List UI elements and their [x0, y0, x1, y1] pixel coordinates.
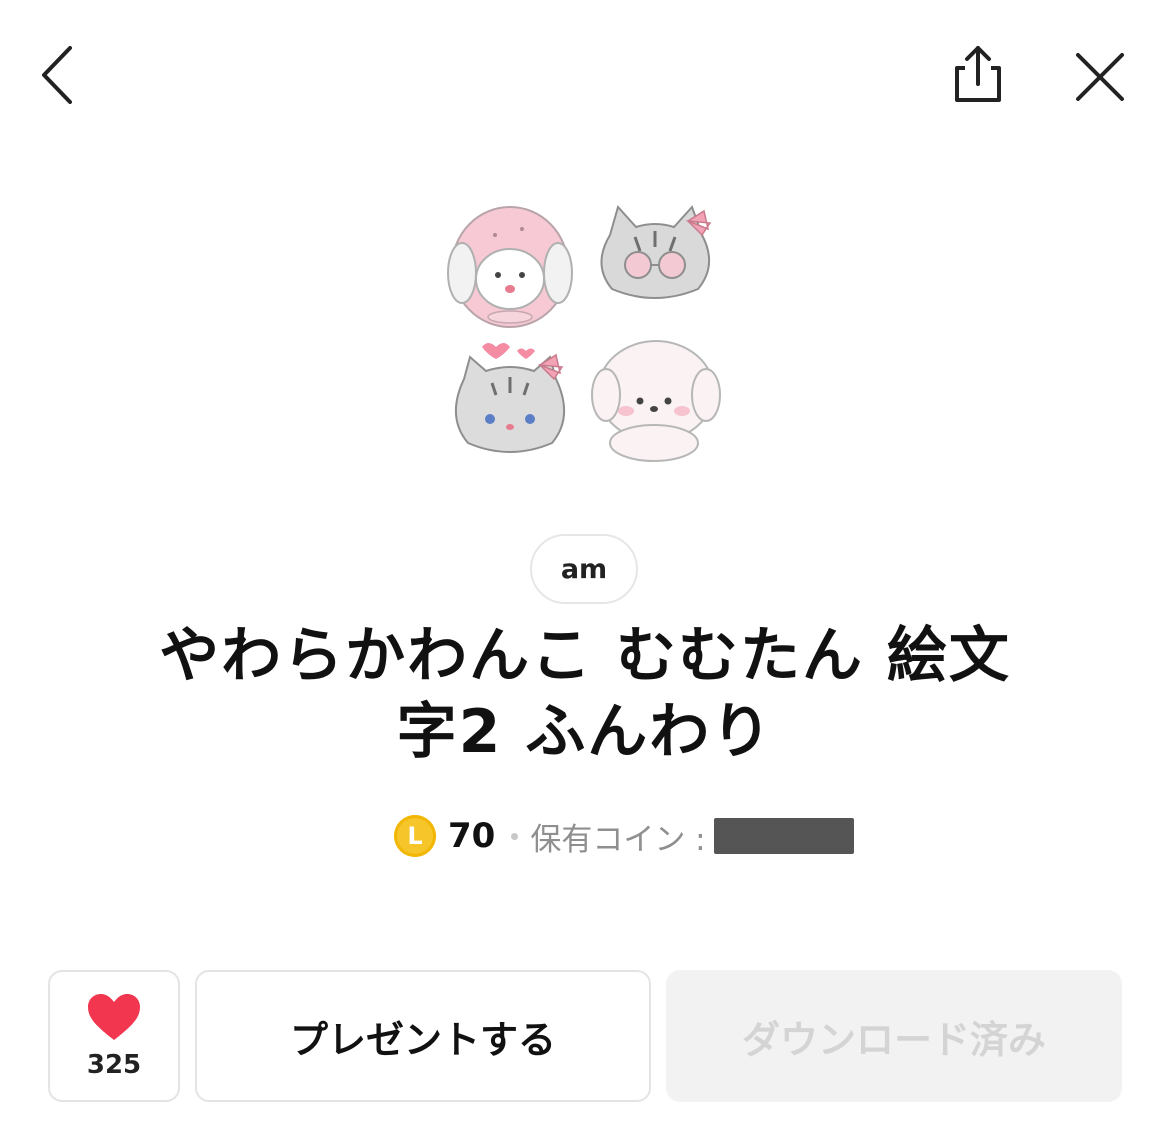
author-name: am [560, 553, 608, 585]
sticker-preview [440, 195, 730, 475]
chevron-left-icon[interactable] [30, 40, 90, 110]
share-icon[interactable] [945, 40, 1011, 110]
product-title: やわらかわんこ むむたん 絵文 字2 ふんわり [90, 618, 1080, 770]
line-coin-icon: L [394, 815, 436, 857]
download-button-label: ダウンロード済み [741, 1017, 1046, 1062]
present-button-label: プレゼントする [289, 1017, 556, 1062]
download-button: ダウンロード済み [666, 970, 1122, 1102]
price-value: 70 [448, 816, 496, 856]
like-button[interactable]: 325 [48, 970, 180, 1102]
heart-icon [86, 992, 142, 1046]
author-chip[interactable]: am [530, 534, 638, 604]
price-row: L 70 保有コイン : [394, 812, 854, 860]
bunny-hood-emoji [447, 206, 573, 328]
cat-bow-hearts-emoji [454, 343, 566, 453]
owned-coins-redacted [713, 818, 854, 854]
separator-dot [511, 832, 519, 840]
product-title-line1: やわらかわんこ むむたん 絵文 [159, 621, 1011, 691]
owned-coins-label: 保有コイン : [530, 821, 706, 858]
cat-sunglasses-emoji [600, 204, 712, 299]
puppy-emoji [591, 340, 721, 462]
sticker-detail-page: am やわらかわんこ むむたん 絵文 字2 ふんわり L 70 保有コイン : … [0, 0, 1170, 1130]
close-icon[interactable] [1068, 45, 1132, 109]
like-count: 325 [86, 1050, 142, 1080]
product-title-line2: 字2 ふんわり [396, 697, 774, 767]
present-button[interactable]: プレゼントする [195, 970, 651, 1102]
